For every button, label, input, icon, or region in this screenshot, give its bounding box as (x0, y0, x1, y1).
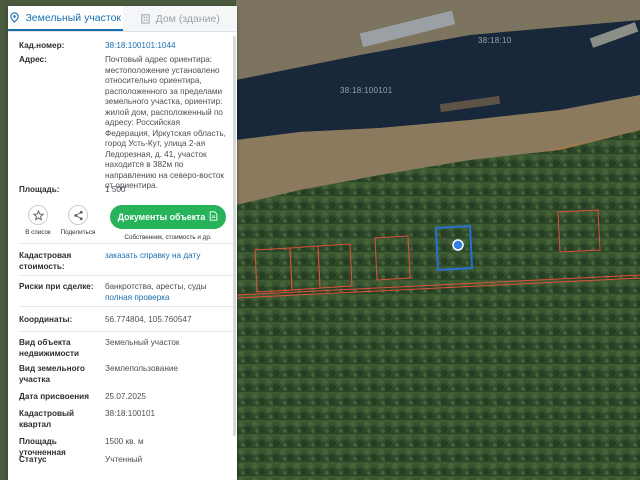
order-certificate-link[interactable]: заказать справку на дату (105, 251, 227, 275)
field-status: Статус Учтенный (19, 455, 227, 469)
add-to-list-label: В список (25, 229, 51, 236)
area-value: 1 500 (105, 185, 126, 194)
map-quarter-label: 38:18:100101 (340, 86, 393, 95)
field-label: Координаты: (19, 315, 73, 324)
full-check-link[interactable]: полная проверка (105, 293, 170, 302)
field-quarter: Кадастровый квартал 38:18:100101 (19, 409, 227, 437)
risks-text: банкротства, аресты, суды (105, 282, 207, 291)
document-icon (209, 211, 218, 223)
tab-land-plot[interactable]: Земельный участок (8, 6, 123, 31)
panel-tabs: Земельный участок Дом (здание) (8, 6, 237, 32)
field-object-type: Вид объекта недвижимости Земельный участ… (19, 332, 227, 362)
location-marker (452, 239, 464, 251)
field-risks: Риски при сделке: банкротства, аресты, с… (19, 276, 227, 306)
coordinates-value[interactable]: 56.774804, 105.760547 (105, 315, 227, 331)
address-value: Почтовый адрес ориентира: местоположение… (105, 55, 226, 190)
documents-button[interactable]: Документы объекта (110, 205, 226, 229)
cadastral-number-link[interactable]: 38:18:100101:1044 (105, 41, 227, 55)
field-label: Площадь уточненная (19, 437, 66, 457)
field-cadastral-number: Кад.номер: 38:18:100101:1044 (19, 32, 227, 55)
field-assign-date: Дата присвоения 25.07.2025 (19, 392, 227, 409)
field-land-type: Вид земельного участка Землепользование (19, 362, 227, 392)
area-precise-value: 1500 кв. м (105, 437, 144, 446)
field-label: Кадастровый квартал (19, 409, 75, 429)
land-type-value: Землепользование (105, 364, 178, 373)
field-address: Адрес: Почтовый адрес ориентира: местопо… (19, 55, 227, 190)
tab-building[interactable]: Дом (здание) (122, 6, 237, 31)
tab-label: Дом (здание) (155, 12, 220, 25)
assign-date-value: 25.07.2025 (105, 392, 146, 401)
add-to-list-button[interactable]: В список (18, 205, 58, 236)
tab-label: Земельный участок (25, 11, 122, 24)
share-icon (68, 205, 88, 225)
share-button[interactable]: Поделиться (58, 205, 98, 236)
status-value: Учтенный (105, 455, 143, 464)
field-label: Кад.номер: (19, 41, 65, 50)
field-label: Площадь: (19, 185, 60, 194)
documents-button-label: Документы объекта (117, 212, 206, 222)
field-label: Адрес: (19, 55, 47, 64)
field-label: Статус (19, 455, 47, 464)
field-area: Площадь: 1 500 (19, 185, 227, 199)
share-label: Поделиться (60, 229, 96, 236)
field-label: Кадастровая стоимость: (19, 251, 72, 271)
field-label: Вид земельного участка (19, 364, 85, 384)
risks-value: банкротства, аресты, суды полная проверк… (105, 282, 227, 306)
field-label: Риски при сделке: (19, 282, 94, 291)
field-coordinates: Координаты: 56.774804, 105.760547 (19, 307, 227, 331)
documents-subtitle: Собственник, стоимость и др. (124, 234, 212, 241)
map-quarter-label: 38:18:10 (478, 36, 512, 45)
field-label: Дата присвоения (19, 392, 89, 401)
field-cadastral-value: Кадастровая стоимость: заказать справку … (19, 244, 227, 275)
object-type-value: Земельный участок (105, 338, 180, 347)
object-info-panel: Земельный участок Дом (здание) Кад.номер… (8, 6, 237, 480)
quarter-value: 38:18:100101 (105, 409, 156, 418)
field-label: Вид объекта недвижимости (19, 338, 80, 358)
field-area-precise: Площадь уточненная 1500 кв. м (19, 437, 227, 457)
action-bar: В список Поделиться Документы объекта Со… (8, 199, 237, 243)
pin-icon (9, 12, 20, 23)
documents-block: Документы объекта Собственник, стоимость… (110, 205, 226, 241)
building-icon (140, 13, 151, 24)
panel-scrollbar[interactable] (233, 36, 236, 436)
star-icon (28, 205, 48, 225)
